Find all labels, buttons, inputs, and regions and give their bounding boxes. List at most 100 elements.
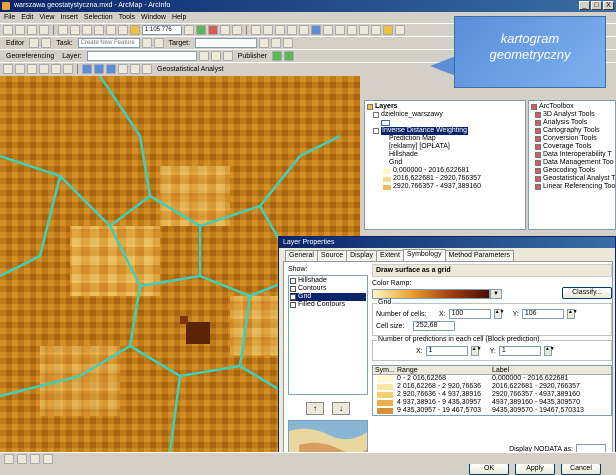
chevron-down-icon[interactable]: ▼ (490, 289, 502, 299)
show-item-filled-contours[interactable]: Filled Contours (290, 301, 366, 309)
checkbox-icon[interactable] (290, 302, 296, 308)
checkbox-icon[interactable] (373, 128, 379, 134)
checkbox-icon[interactable] (290, 286, 296, 292)
zoom-in-icon[interactable] (251, 25, 261, 35)
georeferencing-menu[interactable]: Georeferencing (3, 51, 57, 62)
link-table-icon[interactable] (222, 51, 233, 61)
toolbox-item[interactable]: Conversion Tools (531, 135, 613, 143)
layout-tool-icon[interactable] (118, 64, 128, 74)
block-y-input[interactable]: 1 (498, 346, 541, 356)
arccatalog-icon[interactable] (196, 25, 206, 35)
menu-insert[interactable]: Insert (60, 12, 78, 23)
table-row[interactable]: 2 920,76636 - 4 937,38916 2920,766357 - … (373, 391, 611, 399)
color-ramp-dropdown[interactable]: ▼ (372, 287, 502, 299)
show-item-contours[interactable]: Contours (290, 285, 366, 293)
toc-item[interactable]: Prediction Map (367, 135, 523, 143)
grid-tool-icon[interactable] (15, 64, 25, 74)
table-of-contents[interactable]: Layers dzielnice_warszawy Inverse Distan… (364, 100, 526, 230)
back-icon[interactable] (323, 25, 333, 35)
copy-icon[interactable] (70, 25, 80, 35)
menu-tools[interactable]: Tools (119, 12, 135, 23)
forward-icon[interactable] (335, 25, 345, 35)
cut-icon[interactable] (58, 25, 68, 35)
identify-icon[interactable] (359, 25, 369, 35)
pause-drawing-icon[interactable] (43, 453, 53, 464)
layout-tool-icon[interactable] (106, 64, 116, 74)
publish-icon[interactable] (271, 51, 282, 61)
data-view-icon[interactable] (4, 453, 14, 464)
grid-tool-icon[interactable] (27, 64, 37, 74)
grid-tool-icon[interactable] (39, 64, 49, 74)
full-extent-icon[interactable] (311, 25, 321, 35)
menu-selection[interactable]: Selection (84, 12, 113, 23)
edit-tool-icon[interactable] (29, 38, 40, 48)
toolbox-item[interactable]: Analysis Tools (531, 119, 613, 127)
ok-button[interactable]: OK (469, 463, 509, 475)
arctoolbox-icon[interactable] (208, 25, 218, 35)
move-down-button[interactable]: ↓ (332, 402, 350, 415)
toc-item-selected[interactable]: Inverse Distance Weighting (367, 127, 523, 135)
show-item-grid[interactable]: Grid (290, 293, 366, 301)
help-icon[interactable] (232, 25, 242, 35)
scale-input[interactable]: 1:105 776 (142, 25, 182, 35)
layout-tool-icon[interactable] (94, 64, 104, 74)
globe-icon[interactable] (283, 51, 294, 61)
class-swatch[interactable] (377, 392, 393, 398)
rotate-raster-icon[interactable] (198, 51, 209, 61)
checkbox-icon[interactable] (373, 112, 379, 118)
layout-tool-icon[interactable] (82, 64, 92, 74)
maximize-button[interactable]: □ (591, 1, 602, 10)
fixed-zoom-out-icon[interactable] (287, 25, 297, 35)
rotate-icon[interactable] (153, 38, 164, 48)
toolbox-item[interactable]: 3D Analyst Tools (531, 111, 613, 119)
toolbox-item[interactable]: Cartography Tools (531, 127, 613, 135)
layer-dropdown[interactable] (86, 51, 197, 61)
zoom-out-icon[interactable] (263, 25, 273, 35)
toc-root[interactable]: Layers (367, 103, 523, 111)
geostatistical-analyst-menu[interactable]: Geostatistical Analyst (154, 64, 227, 75)
open-icon[interactable] (15, 25, 25, 35)
hyperlink-icon[interactable] (383, 25, 393, 35)
block-x-input[interactable]: 1 (425, 346, 468, 356)
shift-raster-icon[interactable] (210, 51, 221, 61)
toolbox-item[interactable]: Geostatistical Analyst T (531, 175, 615, 183)
editor-toolbar-icon[interactable] (184, 25, 194, 35)
paste-icon[interactable] (82, 25, 92, 35)
menu-window[interactable]: Window (141, 12, 166, 23)
sketch-tool-icon[interactable] (41, 38, 52, 48)
menu-edit[interactable]: Edit (21, 12, 33, 23)
arctoolbox-root[interactable]: ArcToolbox (531, 103, 613, 111)
table-row[interactable]: 9 435,30957 - 19 467,5703 9435,309570 - … (373, 407, 611, 415)
grid-tool-icon[interactable] (3, 64, 13, 74)
new-icon[interactable] (3, 25, 13, 35)
table-row[interactable]: 4 937,38916 - 9 435,30957 4937,389160 - … (373, 399, 611, 407)
cell-size-input[interactable]: 252,68 (413, 321, 455, 331)
pan-icon[interactable] (299, 25, 309, 35)
cells-y-input[interactable]: 106 (521, 309, 564, 319)
col-label[interactable]: Label (490, 366, 600, 374)
class-swatch[interactable] (377, 384, 393, 390)
classify-button[interactable]: Classify... (562, 287, 612, 299)
show-item-hillshade[interactable]: Hillshade (290, 277, 366, 285)
close-button[interactable]: X (603, 1, 614, 10)
delete-icon[interactable] (94, 25, 104, 35)
arctoolbox-panel[interactable]: ArcToolbox 3D Analyst Tools Analysis Too… (528, 100, 616, 230)
checkbox-icon[interactable] (290, 294, 296, 300)
table-row[interactable]: 0 - 2 016,62268 0,000000 - 2016,622681 (373, 375, 611, 383)
minimize-button[interactable]: _ (579, 1, 590, 10)
tab-symbology[interactable]: Symbology (402, 249, 446, 261)
menu-file[interactable]: File (4, 12, 15, 23)
class-swatch[interactable] (377, 408, 393, 414)
add-data-icon[interactable] (130, 25, 140, 35)
toolbox-item[interactable]: Data Management Too (531, 159, 614, 167)
move-up-button[interactable]: ↑ (306, 402, 324, 415)
checkbox-icon[interactable] (290, 278, 296, 284)
select-icon[interactable] (347, 25, 357, 35)
editor-menu[interactable]: Editor (3, 38, 27, 49)
toc-item[interactable]: dzielnice_warszawy (367, 111, 523, 119)
cells-x-input[interactable]: 100 (448, 309, 491, 319)
class-table[interactable]: Sym... Range Label 0 - 2 016,62268 0,000… (372, 365, 612, 416)
fixed-zoom-in-icon[interactable] (275, 25, 285, 35)
col-symbol[interactable]: Sym... (373, 366, 395, 374)
layout-tool-icon[interactable] (130, 64, 140, 74)
